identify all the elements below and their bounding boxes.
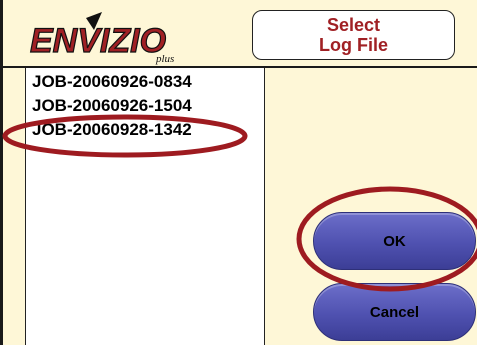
highlight-annotations <box>2 114 477 292</box>
highlight-ring-ok <box>296 186 477 292</box>
highlight-ring-file <box>2 114 248 158</box>
